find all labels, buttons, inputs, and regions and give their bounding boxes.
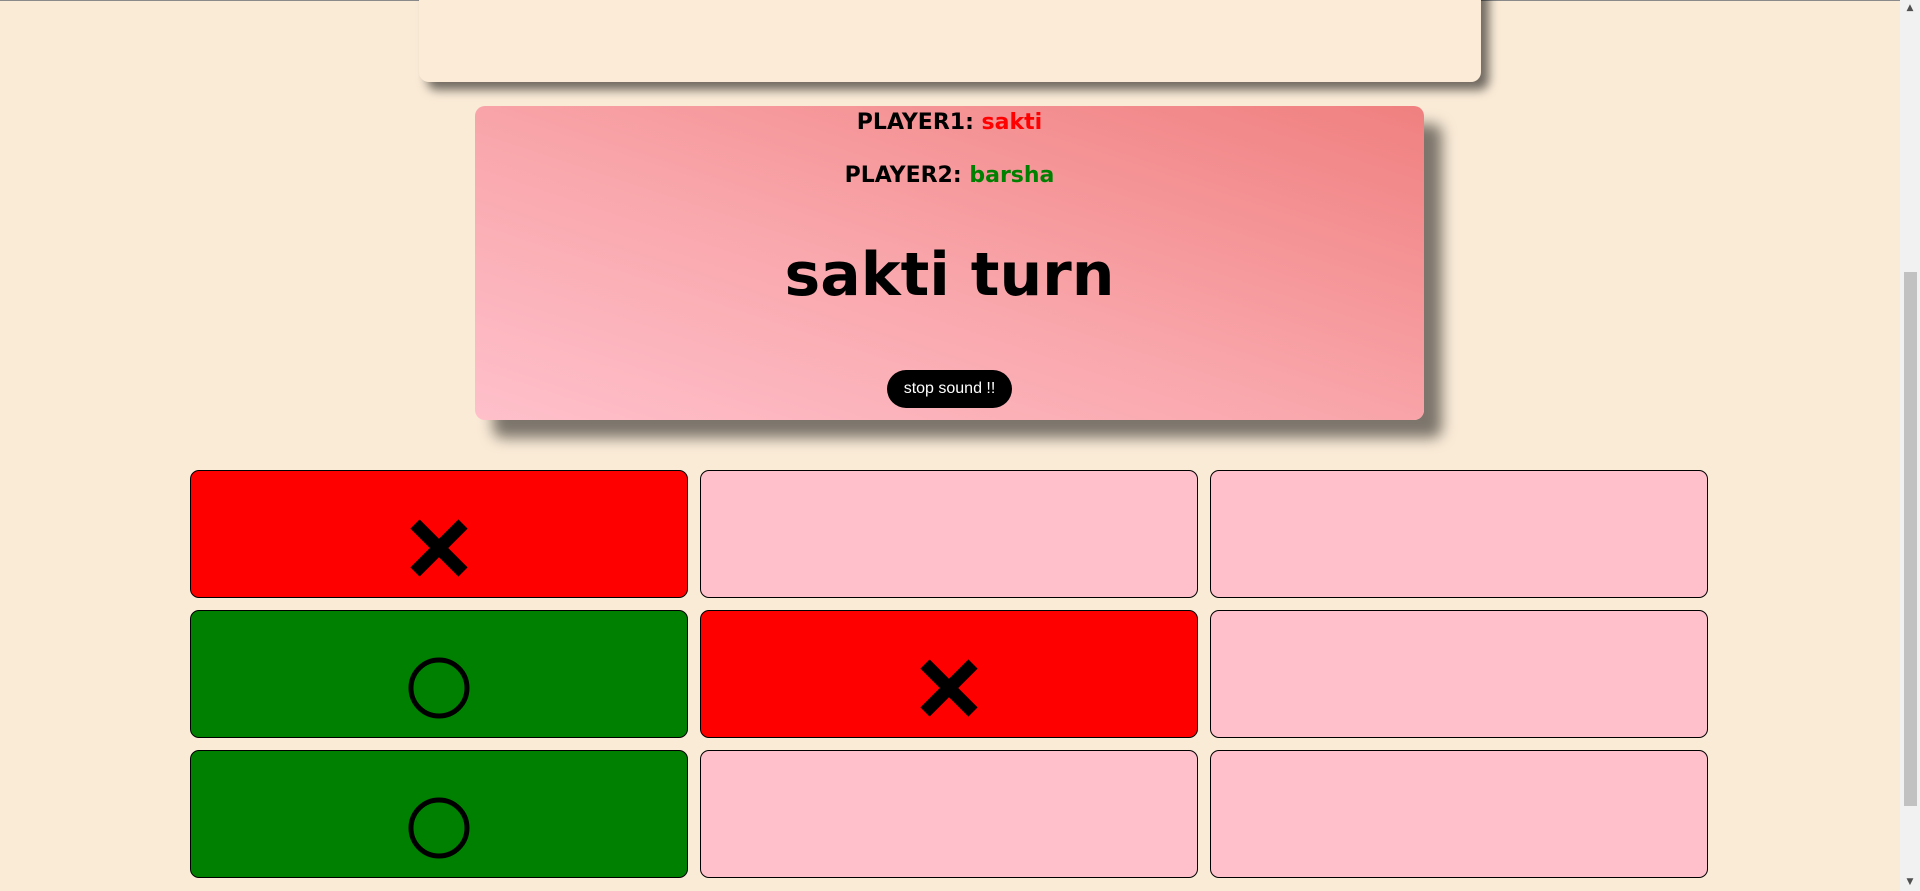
player2-label: PLAYER2: [844, 163, 962, 188]
player2-line: PLAYER2: barsha [475, 163, 1424, 188]
arrow-up-icon[interactable]: ▲ [1900, 0, 1920, 17]
scroll-thumb[interactable] [1904, 272, 1917, 806]
vertical-scrollbar[interactable]: ▲ ▼ [1900, 0, 1920, 891]
board-cell-r2c3[interactable] [1210, 610, 1708, 738]
player1-line: PLAYER1: sakti [475, 110, 1424, 135]
player2-name: barsha [969, 163, 1055, 188]
arrow-down-icon[interactable]: ▼ [1900, 874, 1920, 891]
board-cell-r3c2[interactable] [700, 750, 1198, 878]
turn-indicator: sakti turn [784, 240, 1115, 310]
cross-icon [407, 516, 471, 580]
cross-icon [917, 656, 981, 720]
stop-sound-button[interactable]: stop sound !! [887, 370, 1012, 408]
board-cell-r1c2[interactable] [700, 470, 1198, 598]
name-entry-card [419, 0, 1481, 82]
board-cell-r1c3[interactable] [1210, 470, 1708, 598]
circle-icon [408, 657, 470, 719]
board-cell-r2c1[interactable] [190, 610, 688, 738]
circle-icon [408, 797, 470, 859]
board-cell-r3c1[interactable] [190, 750, 688, 878]
player1-label: PLAYER1: [856, 110, 974, 135]
game-board [190, 470, 1710, 879]
board-cell-r3c3[interactable] [1210, 750, 1708, 878]
player1-name: sakti [981, 110, 1043, 135]
game-info-panel: PLAYER1: sakti PLAYER2: barsha sakti tur… [475, 106, 1424, 420]
board-cell-r1c1[interactable] [190, 470, 688, 598]
board-cell-r2c2[interactable] [700, 610, 1198, 738]
